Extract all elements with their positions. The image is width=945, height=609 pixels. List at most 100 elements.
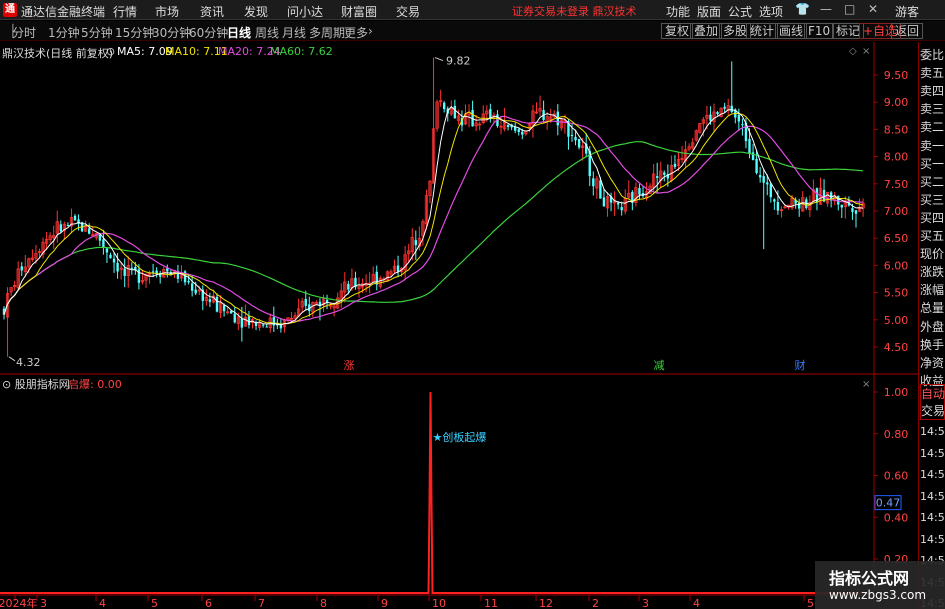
period-30min[interactable]: 30分钟 <box>152 24 191 41</box>
login-notice: 证券交易未登录 鼎汉技术 <box>512 5 637 18</box>
candle-body <box>194 289 197 294</box>
period-multi[interactable]: 多周期 <box>309 24 345 41</box>
period-1min[interactable]: 1分钟 <box>48 24 80 41</box>
candle-body <box>102 239 105 248</box>
draw-line-button[interactable]: 画线 <box>775 23 808 39</box>
tick-time-2: 14:56 <box>920 468 945 481</box>
x-tick-label: 12 <box>539 597 553 609</box>
x-tick-label: 5 <box>151 597 158 609</box>
menu-shichang[interactable]: 市场 <box>155 3 179 20</box>
menu-gongneng[interactable]: 功能 <box>666 3 690 20</box>
menu-caifuquan[interactable]: 财富圈 <box>341 3 377 20</box>
fuquan-button[interactable]: 复权 <box>661 23 694 39</box>
y-tick-label: 8.50 <box>884 123 909 136</box>
period-monthly[interactable]: 月线 <box>282 24 306 41</box>
candle-body <box>577 138 581 148</box>
menu-zixun[interactable]: 资讯 <box>200 3 224 20</box>
more-chevron-icon[interactable]: › <box>368 24 373 38</box>
candle-body <box>840 204 843 208</box>
candle-body <box>716 112 719 115</box>
candle-body <box>762 176 765 183</box>
candle-body <box>222 305 226 312</box>
quote-field-9: 买四 <box>920 210 945 225</box>
indicator-name: ⊙ 股朋指标网 <box>2 378 70 391</box>
menu-jiaoyi[interactable]: 交易 <box>396 3 420 20</box>
candle-body <box>602 197 606 207</box>
candle-body <box>574 136 577 141</box>
menu-banmian[interactable]: 版面 <box>697 3 721 20</box>
period-fenshi[interactable]: 分时 <box>12 24 36 41</box>
candle-body <box>130 267 133 269</box>
tick-time-0: 14:56 <box>920 425 945 438</box>
close-icon[interactable]: ✕ <box>868 2 878 16</box>
menu-wenxiaoda[interactable]: 问小达 <box>287 3 323 20</box>
y-tick-label: 8.00 <box>884 151 909 164</box>
candle-body <box>656 176 659 178</box>
back-button[interactable]: 返回 <box>891 23 924 39</box>
current-value-label: 0.47 <box>876 497 901 510</box>
ma60-label: MA60: 7.62 <box>270 45 333 58</box>
candle-body <box>123 268 126 276</box>
candle-body <box>663 172 666 175</box>
maximize-icon[interactable]: □ <box>844 2 855 16</box>
y-tick-label: 5.50 <box>884 287 909 300</box>
guest-label[interactable]: 游客 <box>895 3 919 20</box>
menu-hangqing[interactable]: 行情 <box>113 3 137 20</box>
quote-field-3: 卖三 <box>920 102 945 117</box>
period-15min[interactable]: 15分钟 <box>115 24 154 41</box>
candle-body <box>151 271 155 273</box>
stats-button[interactable]: 统计 <box>746 23 779 39</box>
candle-body <box>59 224 62 232</box>
y-tick-label: 7.00 <box>884 205 909 218</box>
x-tick-label: 4 <box>693 597 700 609</box>
period-60min[interactable]: 60分钟 <box>189 24 228 41</box>
period-daily[interactable]: 日线 <box>227 24 251 41</box>
candle-body <box>723 106 726 109</box>
candle-body <box>20 266 23 271</box>
candle-body <box>673 163 677 168</box>
candle-body <box>347 283 350 290</box>
x-tick-label: 11 <box>484 597 498 609</box>
auto-trade-button[interactable]: 自动 交易 <box>920 384 945 420</box>
menu-faxian[interactable]: 发现 <box>244 3 268 20</box>
skin-icon[interactable]: 👕 <box>795 2 810 16</box>
period-weekly[interactable]: 周线 <box>255 24 279 41</box>
candle-body <box>233 313 236 323</box>
candle-body <box>215 296 219 312</box>
menu-xuanxiang[interactable]: 选项 <box>759 3 783 20</box>
period-5min[interactable]: 5分钟 <box>81 24 113 41</box>
quote-field-6: 买一 <box>920 156 945 171</box>
tick-time-3: 14:56 <box>920 489 945 503</box>
candle-body <box>620 207 623 211</box>
candle-body <box>748 138 751 154</box>
x-tick-label: 2 <box>592 597 599 609</box>
candle-body <box>758 175 762 178</box>
tick-time-5: 14:56 <box>920 532 945 546</box>
overlay-button[interactable]: 叠加 <box>690 23 723 39</box>
ma-settings-icon[interactable]: ⊙ <box>106 45 115 58</box>
x-tick-label: 4 <box>99 597 106 609</box>
quote-field-7: 买二 <box>920 174 945 189</box>
watermark-url: www.zbgs3.com <box>829 588 927 602</box>
menu-gongshi[interactable]: 公式 <box>728 3 752 20</box>
candle-body <box>261 324 265 326</box>
y-tick-label: 9.50 <box>884 69 909 82</box>
period-toolbar: ▕ 分时 1分钟 5分钟 15分钟 30分钟 60分钟 日线 周线 月线 多周期… <box>0 21 945 41</box>
candle-body <box>709 114 712 121</box>
candle-body <box>517 129 520 132</box>
kline-chart[interactable]: 9.50 9.00 8.50 8.00 7.50 7.00 6.50 6.00 5.50 5.00… <box>0 42 918 609</box>
f10-button[interactable]: F10 <box>804 23 835 39</box>
candle-body <box>638 188 641 195</box>
quote-field-8: 买三 <box>920 192 945 207</box>
app-logo-icon: 通 <box>3 3 17 17</box>
candle-body <box>265 326 268 328</box>
period-more[interactable]: 更多 <box>344 24 368 41</box>
candle-body <box>570 134 574 136</box>
candle-body <box>616 202 620 205</box>
title-bar: 通 通达信金融终端 行情 市场 资讯 发现 问小达 财富圈 交易 证券交易未登录… <box>0 0 945 20</box>
minimize-icon[interactable]: — <box>820 2 832 16</box>
quote-field-11: 现价 <box>920 247 945 262</box>
event-marker: 财 <box>795 358 806 372</box>
quote-field-5: 卖一 <box>920 138 945 153</box>
x-tick-label: 3 <box>40 597 47 609</box>
